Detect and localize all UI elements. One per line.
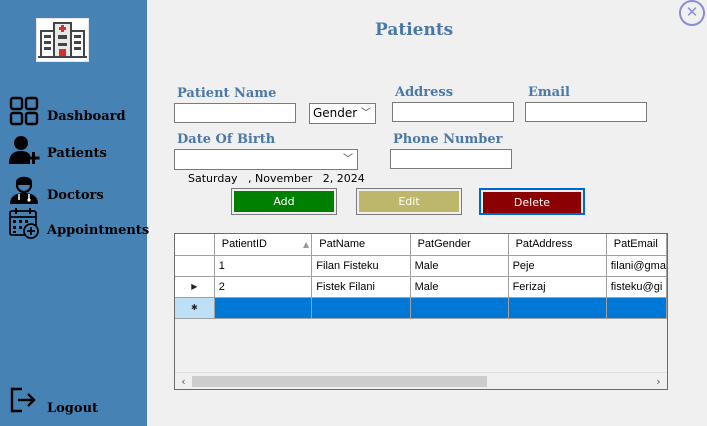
column-header[interactable]: PatAddress: [508, 234, 607, 256]
add-button-label: Add: [234, 191, 334, 212]
chevron-down-icon: ﹀: [343, 154, 353, 165]
table-cell[interactable]: Male: [410, 276, 509, 298]
dob-label: Date Of Birth: [177, 132, 276, 147]
current-row-arrow-icon: ▶: [191, 282, 198, 291]
gender-select[interactable]: Gender ﹀: [309, 103, 376, 124]
table-row[interactable]: ▶ 2 Fistek Filani Male Ferizaj fisteku@g…: [175, 276, 667, 298]
column-header[interactable]: PatName: [311, 234, 411, 256]
column-header[interactable]: PatEmail: [606, 234, 667, 256]
add-button[interactable]: Add: [231, 188, 337, 215]
email-label: Email: [528, 85, 570, 100]
row-header[interactable]: ▶: [175, 276, 215, 298]
table-cell[interactable]: Peje: [508, 255, 607, 277]
table-row[interactable]: 1 Filan Fisteku Male Peje filani@gma: [175, 255, 667, 277]
patients-table: PatientID PatName PatGender PatAddress P…: [175, 234, 667, 319]
table-cell[interactable]: [410, 297, 509, 319]
dashboard-icon: [9, 96, 39, 126]
row-header[interactable]: ✱: [175, 297, 215, 319]
table-cell[interactable]: Ferizaj: [508, 276, 607, 298]
sidebar-item-doctors[interactable]: Doctors: [8, 172, 104, 204]
chevron-down-icon: ﹀: [361, 108, 371, 119]
sidebar-item-dashboard[interactable]: Dashboard: [8, 95, 126, 127]
sidebar-item-label: Appointments: [47, 223, 150, 238]
patient-name-input[interactable]: [174, 103, 296, 123]
phone-label: Phone Number: [393, 132, 503, 147]
sort-ascending-icon: ▲: [303, 240, 310, 249]
hospital-logo: [36, 18, 89, 62]
table-cell[interactable]: [508, 297, 607, 319]
sidebar-item-appointments[interactable]: Appointments: [8, 207, 149, 239]
edit-button[interactable]: Edit: [356, 188, 462, 215]
table-cell[interactable]: [214, 297, 313, 319]
table-cell[interactable]: 2: [214, 276, 313, 298]
hospital-icon: [38, 22, 87, 58]
table-cell[interactable]: Male: [410, 255, 509, 277]
delete-button-label: Delete: [483, 192, 581, 213]
patients-grid[interactable]: PatientID PatName PatGender PatAddress P…: [174, 233, 668, 390]
table-cell[interactable]: 1: [214, 255, 313, 277]
table-cell[interactable]: Filan Fisteku: [311, 255, 411, 277]
table-cell[interactable]: fisteku@gi: [606, 276, 667, 298]
new-row[interactable]: ✱: [175, 297, 667, 319]
sidebar-item-label: Doctors: [47, 188, 104, 203]
row-header[interactable]: [175, 255, 215, 277]
table-cell[interactable]: filani@gma: [606, 255, 667, 277]
logout-label: Logout: [47, 401, 99, 416]
scrollbar-thumb[interactable]: [192, 376, 487, 387]
page-title: Patients: [375, 20, 454, 40]
logout-icon: [10, 387, 36, 413]
new-row-asterisk-icon: ✱: [191, 303, 198, 312]
horizontal-scrollbar[interactable]: ‹ ›: [175, 372, 667, 389]
sidebar-item-patients[interactable]: Patients: [8, 134, 107, 166]
scroll-left-icon[interactable]: ‹: [175, 373, 192, 389]
table-header-row: PatientID PatName PatGender PatAddress P…: [175, 234, 667, 256]
edit-button-label: Edit: [359, 191, 459, 212]
row-header-corner: [175, 234, 215, 256]
address-label: Address: [395, 85, 454, 100]
email-input[interactable]: [525, 102, 647, 122]
table-cell[interactable]: Fistek Filani: [311, 276, 411, 298]
dob-date-picker[interactable]: Saturday , November 2, 2024 ﹀: [174, 149, 365, 185]
address-input[interactable]: [392, 102, 514, 122]
gender-select-value: Gender: [313, 106, 358, 120]
add-user-icon: [9, 136, 40, 164]
delete-button[interactable]: Delete: [479, 188, 585, 215]
calendar-icon: [9, 208, 39, 239]
table-cell[interactable]: [606, 297, 667, 319]
sidebar: Dashboard Patients Doctors Appointments …: [0, 0, 149, 426]
dob-date-value: Saturday , November 2, 2024: [188, 172, 365, 185]
close-button[interactable]: ✕: [679, 0, 705, 26]
sidebar-item-label: Patients: [47, 146, 107, 161]
sidebar-item-label: Dashboard: [47, 109, 126, 124]
table-cell[interactable]: [311, 297, 411, 319]
phone-input[interactable]: [390, 149, 512, 169]
close-icon: ✕: [685, 3, 699, 21]
logout-button[interactable]: Logout: [8, 385, 98, 417]
column-header[interactable]: PatGender: [410, 234, 509, 256]
patient-name-label: Patient Name: [177, 86, 277, 101]
column-header[interactable]: PatientID: [214, 234, 313, 256]
doctor-icon: [10, 176, 38, 204]
scroll-right-icon[interactable]: ›: [650, 373, 667, 389]
